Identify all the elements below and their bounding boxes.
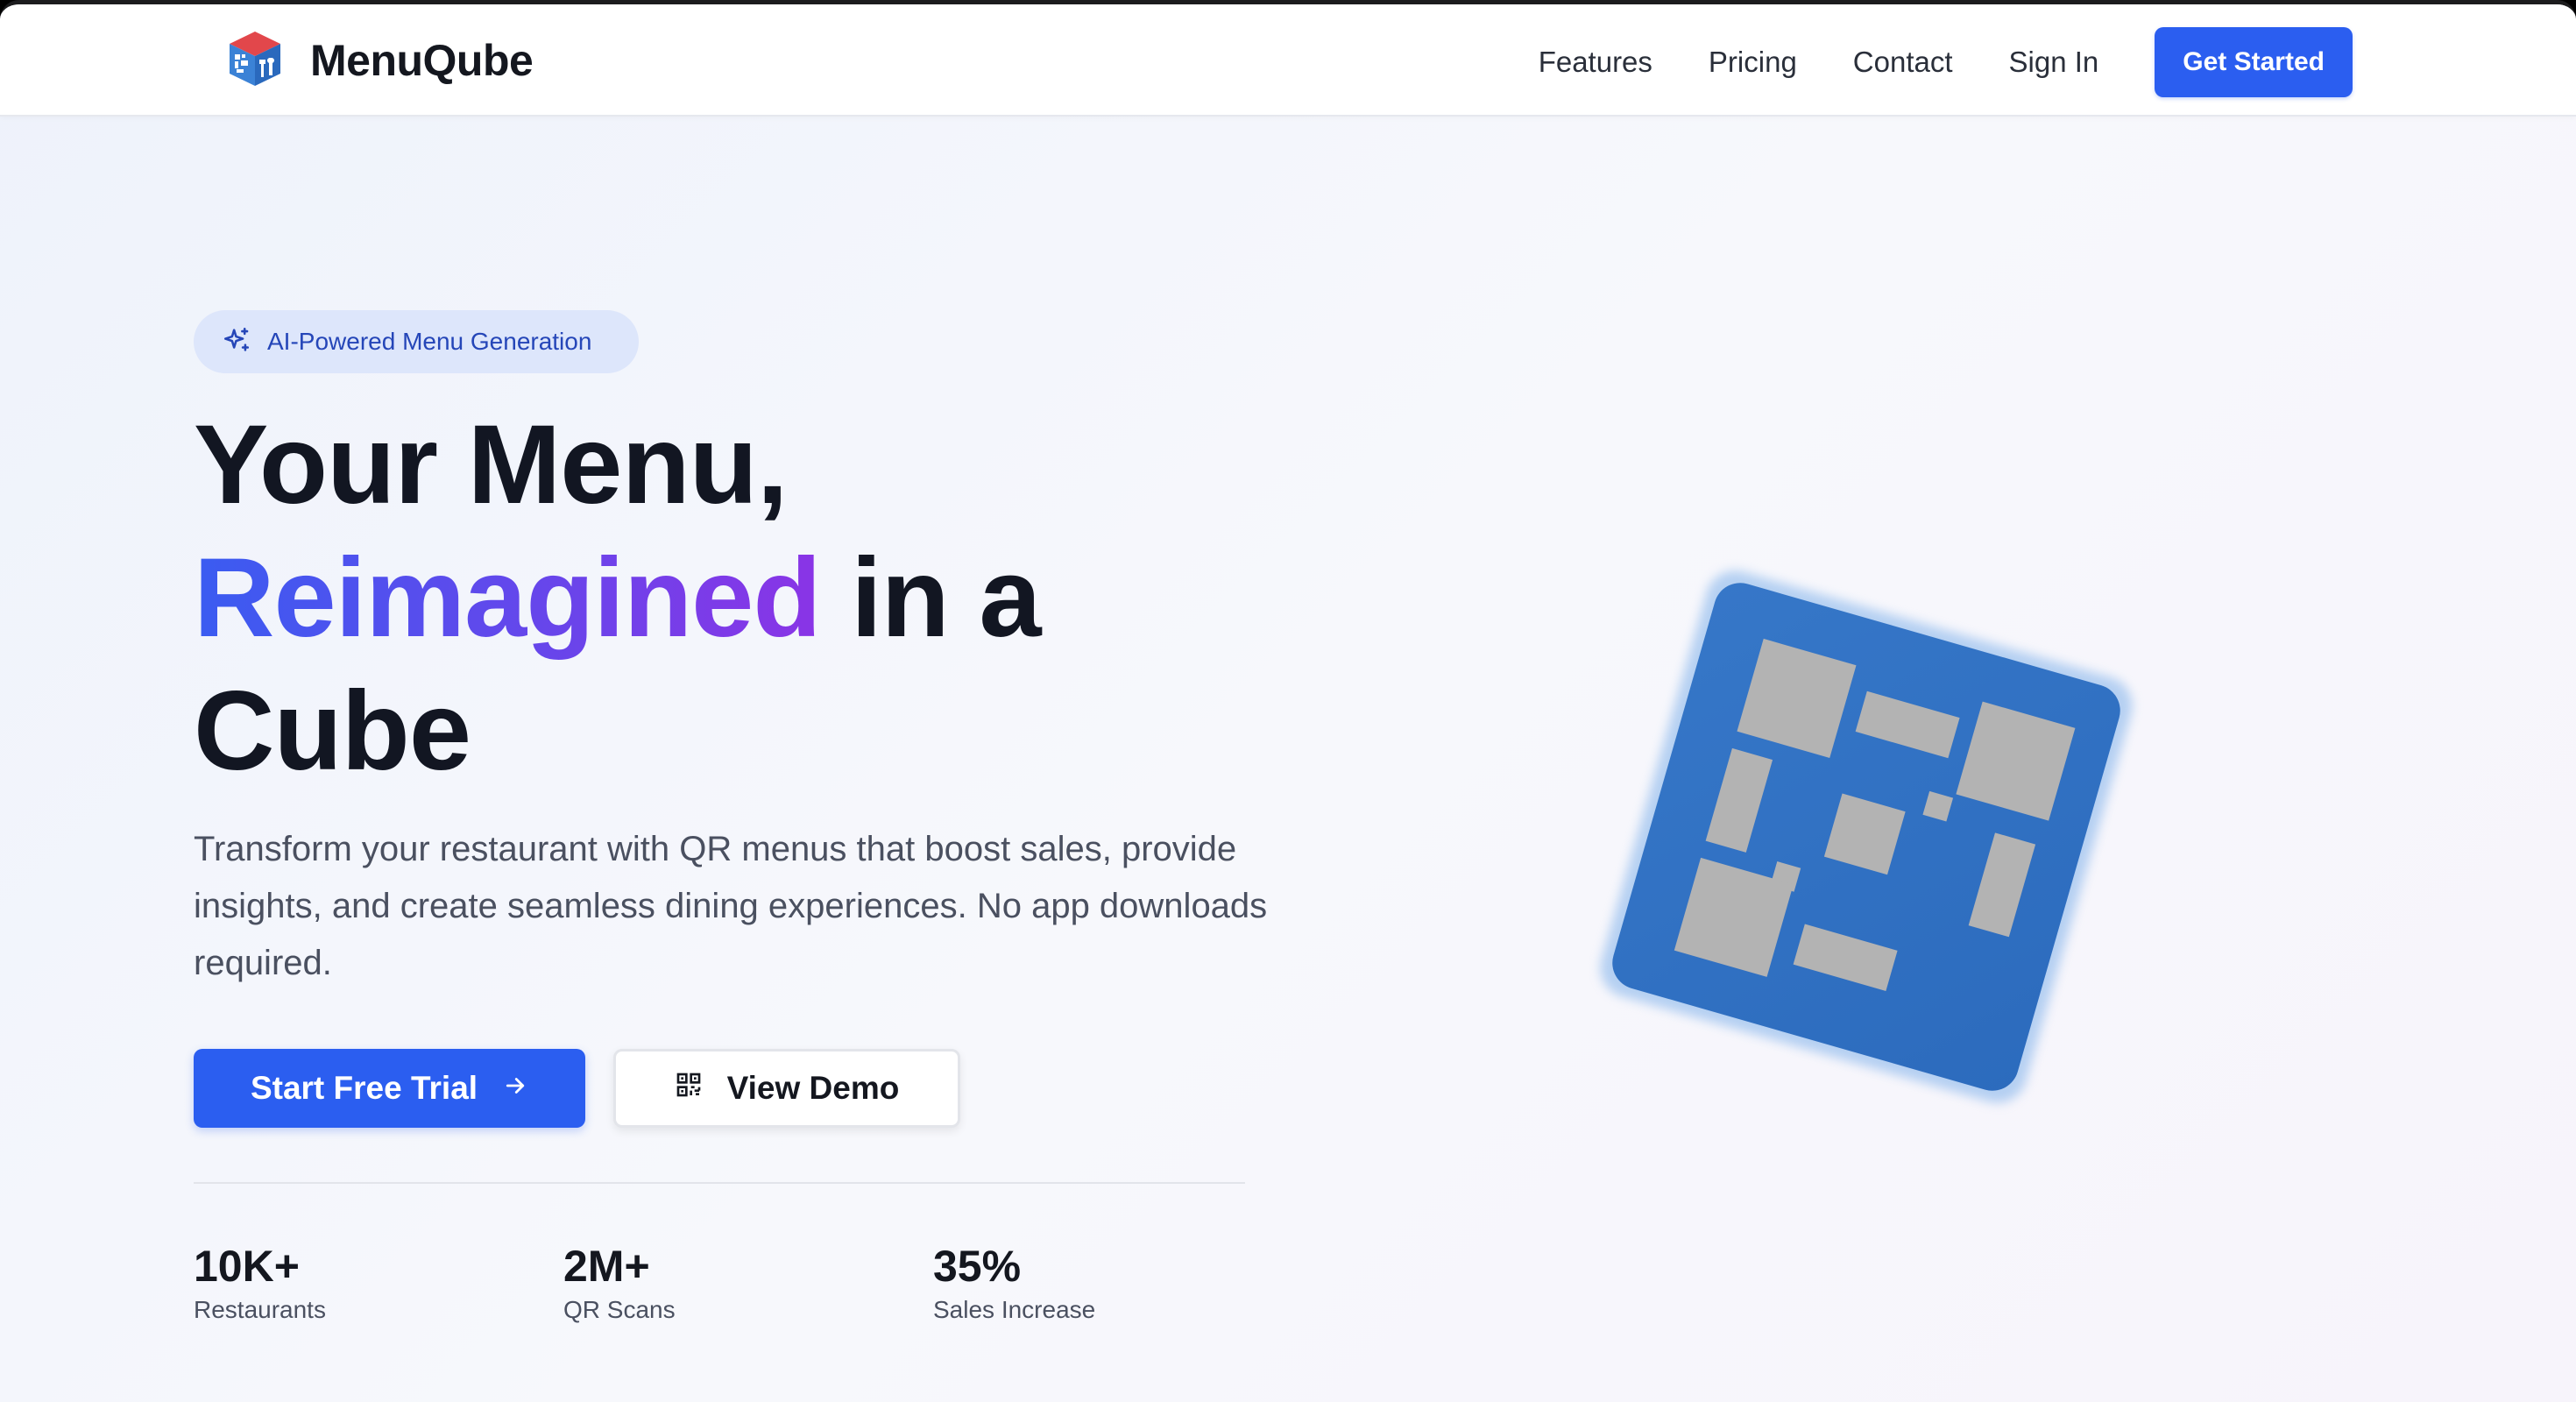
cube-logo-icon (226, 28, 284, 94)
start-free-trial-button[interactable]: Start Free Trial (194, 1049, 585, 1128)
get-started-button[interactable]: Get Started (2155, 27, 2353, 97)
headline-rest: in a (820, 535, 1042, 661)
badge-label: AI-Powered Menu Generation (267, 328, 592, 355)
hero-subtext: Transform your restaurant with QR menus … (194, 830, 1268, 982)
stat-value: 10K+ (194, 1242, 300, 1291)
top-navbar: MenuQube Features Pricing Contact Sign I… (0, 4, 2576, 117)
hero-headline: Your Menu, Reimagined in a Cube (194, 399, 1289, 798)
stat-value: 2M+ (563, 1242, 650, 1291)
stat-label: QR Scans (563, 1296, 676, 1323)
nav-link-sign-in[interactable]: Sign In (2009, 46, 2099, 79)
browser-window: MenuQube Features Pricing Contact Sign I… (0, 0, 2576, 1402)
brand[interactable]: MenuQube (226, 28, 534, 94)
view-demo-button[interactable]: View Demo (613, 1049, 960, 1128)
view-demo-label: View Demo (726, 1070, 900, 1106)
nav-link-contact[interactable]: Contact (1853, 46, 1953, 79)
nav-link-pricing[interactable]: Pricing (1709, 46, 1797, 79)
stat-label: Restaurants (194, 1296, 326, 1323)
nav-links: Features Pricing Contact Sign In Get Sta… (1539, 27, 2353, 97)
headline-highlight: Reimagined (194, 535, 821, 661)
stat-qr-scans: 2M+ QR Scans (563, 1240, 676, 1324)
arrow-right-icon (502, 1070, 528, 1107)
start-free-trial-label: Start Free Trial (250, 1070, 478, 1106)
stat-sales-increase: 35% Sales Increase (933, 1240, 1095, 1324)
stats-divider (194, 1182, 1245, 1184)
ai-badge: AI-Powered Menu Generation (194, 310, 639, 373)
headline-line-1: Your Menu, (194, 402, 788, 528)
hero-cube-illustration (1560, 548, 2173, 1126)
headline-line-3: Cube (194, 669, 471, 794)
sparkles-icon (222, 325, 251, 359)
stat-restaurants: 10K+ Restaurants (194, 1240, 326, 1324)
stat-label: Sales Increase (933, 1296, 1096, 1323)
qr-code-icon (675, 1070, 703, 1107)
brand-name: MenuQube (310, 36, 534, 85)
nav-link-features[interactable]: Features (1539, 46, 1652, 79)
stat-value: 35% (933, 1242, 1022, 1291)
